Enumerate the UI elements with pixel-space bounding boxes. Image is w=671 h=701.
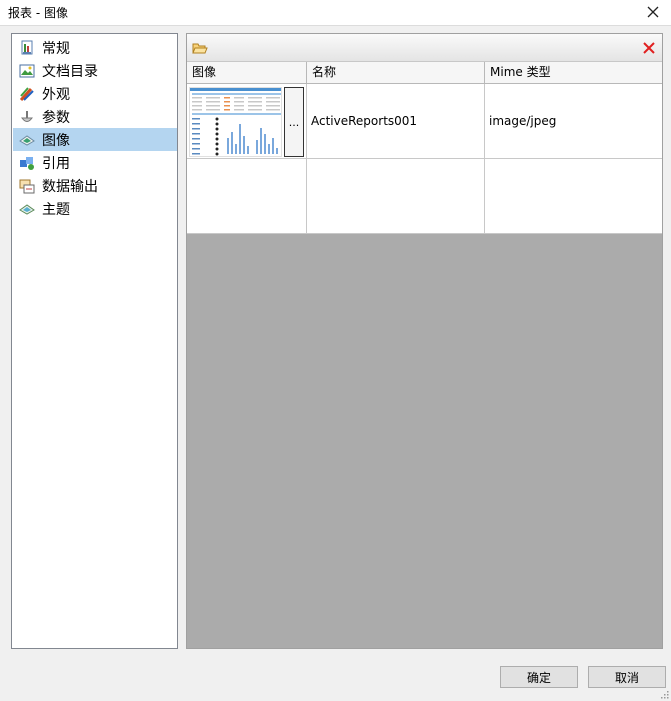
delete-image-button[interactable] <box>638 38 660 58</box>
ok-button[interactable]: 确定 <box>500 666 578 688</box>
window-title: 报表 - 图像 <box>8 6 68 20</box>
parameters-icon <box>19 109 35 125</box>
nav-item-appearance[interactable]: 外观 <box>13 82 177 105</box>
images-icon <box>19 132 35 148</box>
nav-label: 外观 <box>42 86 70 103</box>
nav-label: 数据输出 <box>42 178 98 195</box>
open-image-button[interactable] <box>189 38 211 58</box>
report-thumbnail-icon <box>190 88 281 156</box>
table-row[interactable]: ... ActiveReports001 image/jpeg <box>187 84 662 159</box>
close-icon <box>647 6 659 18</box>
grid-header: 图像 名称 Mime 类型 <box>187 62 662 84</box>
close-button[interactable] <box>641 1 665 23</box>
category-list: 常规 文档目录 外观 参数 图像 引用 数据输出 主题 <box>11 33 178 649</box>
themes-icon <box>19 201 35 217</box>
name-cell[interactable]: ActiveReports001 <box>307 84 485 158</box>
nav-label: 文档目录 <box>42 63 98 80</box>
nav-item-general[interactable]: 常规 <box>13 36 177 59</box>
column-header-mime[interactable]: Mime 类型 <box>485 62 662 84</box>
column-header-name[interactable]: 名称 <box>307 62 485 84</box>
new-row[interactable] <box>187 159 662 234</box>
nav-item-data-output[interactable]: 数据输出 <box>13 174 177 197</box>
delete-icon <box>643 42 655 54</box>
nav-label: 主题 <box>42 201 70 218</box>
nav-item-themes[interactable]: 主题 <box>13 197 177 220</box>
nav-item-document-map[interactable]: 文档目录 <box>13 59 177 82</box>
image-cell: ... <box>187 84 307 158</box>
cancel-button[interactable]: 取消 <box>588 666 666 688</box>
resize-grip-icon[interactable] <box>659 689 669 699</box>
images-grid: 图像 名称 Mime 类型 ... ActiveReports001 image… <box>187 62 662 234</box>
name-cell-empty[interactable] <box>307 159 485 233</box>
images-panel: 图像 名称 Mime 类型 ... ActiveReports001 image… <box>186 33 663 649</box>
references-icon <box>19 155 35 171</box>
images-toolbar <box>187 34 662 62</box>
folder-open-icon <box>192 43 208 54</box>
image-thumbnail <box>189 87 282 157</box>
nav-label: 参数 <box>42 109 70 126</box>
image-cell-empty[interactable] <box>187 159 307 233</box>
nav-item-references[interactable]: 引用 <box>13 151 177 174</box>
browse-image-button[interactable]: ... <box>284 87 304 157</box>
nav-label: 图像 <box>42 132 70 149</box>
nav-label: 引用 <box>42 155 70 172</box>
column-header-image[interactable]: 图像 <box>187 62 307 84</box>
mime-cell-empty[interactable] <box>485 159 662 233</box>
title-bar: 报表 - 图像 <box>0 0 671 26</box>
appearance-icon <box>19 86 35 102</box>
document-map-icon <box>19 63 35 79</box>
nav-item-parameters[interactable]: 参数 <box>13 105 177 128</box>
mime-cell[interactable]: image/jpeg <box>485 84 662 158</box>
general-icon <box>19 40 35 56</box>
nav-item-images[interactable]: 图像 <box>13 128 177 151</box>
data-output-icon <box>19 178 35 194</box>
nav-label: 常规 <box>42 40 70 57</box>
